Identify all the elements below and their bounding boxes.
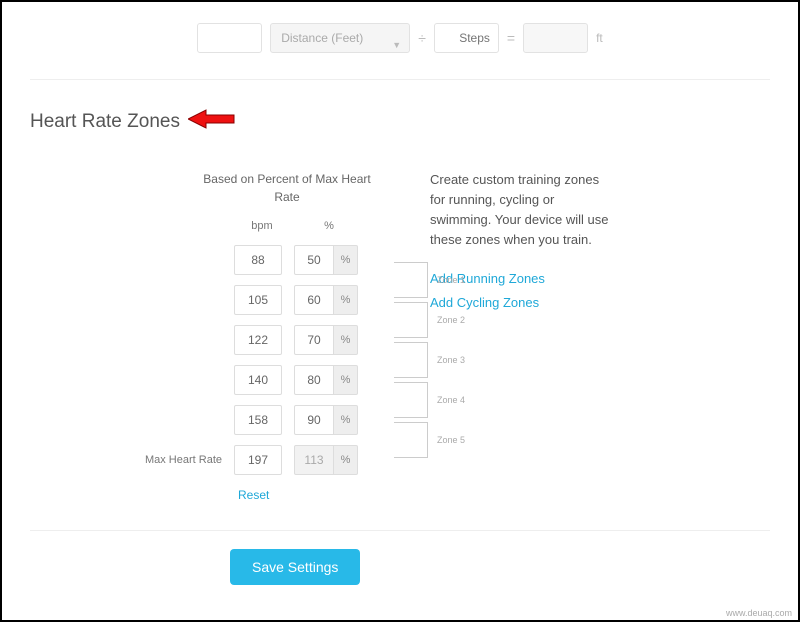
equals-symbol: = (507, 30, 515, 46)
zone2-pct-input[interactable]: 60 (294, 285, 334, 315)
zone3-label: Zone 3 (437, 355, 465, 365)
max-hr-label: Max Heart Rate (130, 454, 222, 466)
zone2-label: Zone 2 (437, 315, 465, 325)
zone5-bpm-input[interactable]: 158 (234, 405, 282, 435)
zone4-label: Zone 4 (437, 395, 465, 405)
zone1-bpm-input[interactable]: 88 (234, 245, 282, 275)
col-header-pct: % (300, 220, 358, 232)
stride-calc-row: Distance (Feet) ÷ = ft (30, 20, 770, 80)
add-cycling-zones-link[interactable]: Add Cycling Zones (430, 293, 610, 313)
zone-row: 88 50% Zone 1 (130, 240, 390, 280)
col-header-bpm: bpm (238, 220, 286, 232)
zone-row: 105 60% Zone 2 (130, 280, 390, 320)
zone3-pct-input[interactable]: 70 (294, 325, 334, 355)
zone4-bpm-input[interactable]: 140 (234, 365, 282, 395)
unit-label: ft (596, 31, 603, 45)
max-hr-pct: 113 (294, 445, 334, 475)
custom-zones-desc: Create custom training zones for running… (430, 170, 610, 251)
zone4-pct-input[interactable]: 80 (294, 365, 334, 395)
stride-result (523, 23, 588, 53)
watermark: www.deuaq.com (726, 608, 792, 618)
heart-rate-zones-title: Heart Rate Zones (30, 108, 770, 136)
arrow-icon (188, 108, 236, 136)
zone-row: 140 80% Zone 4 (130, 360, 390, 400)
distance-value-input[interactable] (197, 23, 262, 53)
pct-symbol: % (334, 245, 358, 275)
zones-subtitle: Based on Percent of Max Heart Rate (192, 170, 382, 206)
max-hr-bpm-input[interactable]: 197 (234, 445, 282, 475)
zone-row: 158 90% Zone 5 (130, 400, 390, 440)
save-settings-button[interactable]: Save Settings (230, 549, 360, 585)
distance-unit-select[interactable]: Distance (Feet) (270, 23, 410, 53)
max-hr-row: Max Heart Rate 197 113% (130, 440, 390, 480)
zone5-label: Zone 5 (437, 435, 465, 445)
zone5-pct-input[interactable]: 90 (294, 405, 334, 435)
zone-row: 122 70% Zone 3 (130, 320, 390, 360)
zone1-label: Zone 1 (437, 275, 465, 285)
zone3-bpm-input[interactable]: 122 (234, 325, 282, 355)
divide-symbol: ÷ (418, 30, 426, 46)
zone1-pct-input[interactable]: 50 (294, 245, 334, 275)
steps-input[interactable] (434, 23, 499, 53)
zone2-bpm-input[interactable]: 105 (234, 285, 282, 315)
reset-link[interactable]: Reset (238, 488, 390, 502)
